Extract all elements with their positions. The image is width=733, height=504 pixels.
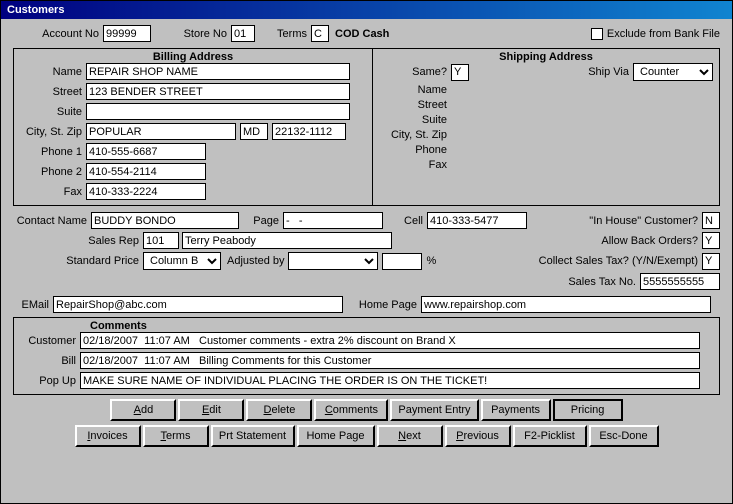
header-row: Account No Store No Terms COD Cash Exclu… bbox=[13, 25, 720, 42]
add-button[interactable]: Add bbox=[110, 399, 176, 421]
edit-button[interactable]: Edit bbox=[178, 399, 244, 421]
store-no-input[interactable] bbox=[231, 25, 255, 42]
prt-statement-button[interactable]: Prt Statement bbox=[211, 425, 295, 447]
title-bar: Customers bbox=[1, 1, 732, 19]
billing-phone1-input[interactable] bbox=[86, 143, 206, 160]
salestaxno-label: Sales Tax No. bbox=[568, 276, 640, 288]
adjby-label: Adjusted by bbox=[221, 255, 288, 267]
billing-phone1-label: Phone 1 bbox=[20, 146, 86, 158]
delete-button[interactable]: Delete bbox=[246, 399, 312, 421]
account-no-label: Account No bbox=[13, 28, 103, 40]
pricing-button[interactable]: Pricing bbox=[553, 399, 623, 421]
billing-name-label: Name bbox=[20, 66, 86, 78]
salesrep-label: Sales Rep bbox=[13, 235, 143, 247]
collect-tax-label: Collect Sales Tax? (Y/N/Exempt) bbox=[539, 255, 702, 267]
billing-suite-input[interactable] bbox=[86, 103, 350, 120]
billing-name-input[interactable] bbox=[86, 63, 350, 80]
payments-button[interactable]: Payments bbox=[481, 399, 551, 421]
button-row-1: Add Edit Delete Comments Payment Entry P… bbox=[13, 399, 720, 421]
billing-fax-label: Fax bbox=[20, 186, 86, 198]
comments-group: Comments Customer Bill Pop Up bbox=[13, 317, 720, 395]
home-page-button[interactable]: Home Page bbox=[297, 425, 375, 447]
next-button[interactable]: Next bbox=[377, 425, 443, 447]
exclude-label: Exclude from Bank File bbox=[607, 28, 720, 40]
shipvia-select[interactable]: Counter bbox=[633, 63, 713, 81]
homepage-label: Home Page bbox=[343, 299, 421, 311]
shipping-phone-label: Phone bbox=[379, 144, 451, 156]
billing-csz-label: City, St. Zip bbox=[20, 126, 86, 138]
comments-customer-input[interactable] bbox=[80, 332, 700, 349]
terms-desc: COD Cash bbox=[329, 28, 389, 40]
shipping-street-label: Street bbox=[379, 99, 451, 111]
salestaxno-input[interactable] bbox=[640, 273, 720, 290]
billing-city-input[interactable] bbox=[86, 123, 236, 140]
shipping-suite-label: Suite bbox=[379, 114, 451, 126]
comments-bill-label: Bill bbox=[20, 355, 80, 367]
pct-label: % bbox=[422, 255, 436, 267]
comments-customer-label: Customer bbox=[20, 335, 80, 347]
billing-state-input[interactable] bbox=[240, 123, 268, 140]
page-label: Page bbox=[239, 215, 283, 227]
homepage-input[interactable] bbox=[421, 296, 711, 313]
cell-label: Cell bbox=[383, 215, 427, 227]
billing-suite-label: Suite bbox=[20, 106, 86, 118]
salesrep-name-input[interactable] bbox=[182, 232, 392, 249]
salesrep-no-input[interactable] bbox=[143, 232, 179, 249]
shipping-same-input[interactable] bbox=[451, 64, 469, 81]
f2-picklist-button[interactable]: F2-Picklist bbox=[513, 425, 587, 447]
billing-fax-input[interactable] bbox=[86, 183, 206, 200]
shipping-title: Shipping Address bbox=[379, 51, 713, 63]
billing-zip-input[interactable] bbox=[272, 123, 346, 140]
page-input[interactable] bbox=[283, 212, 383, 229]
allow-backorders-input[interactable] bbox=[702, 232, 720, 249]
billing-title: Billing Address bbox=[20, 51, 366, 63]
comments-button[interactable]: Comments bbox=[314, 399, 388, 421]
adjby-select[interactable] bbox=[288, 252, 378, 270]
comments-bill-input[interactable] bbox=[80, 352, 700, 369]
cell-input[interactable] bbox=[427, 212, 527, 229]
billing-street-label: Street bbox=[20, 86, 86, 98]
inhouse-label: "In House" Customer? bbox=[589, 215, 702, 227]
shipping-name-label: Name bbox=[379, 84, 451, 96]
email-label: EMail bbox=[13, 299, 53, 311]
contact-name-label: Contact Name bbox=[13, 215, 91, 227]
stdprice-label: Standard Price bbox=[13, 255, 143, 267]
esc-done-button[interactable]: Esc-Done bbox=[589, 425, 659, 447]
allow-backorders-label: Allow Back Orders? bbox=[601, 235, 702, 247]
comments-popup-input[interactable] bbox=[80, 372, 700, 389]
comments-popup-label: Pop Up bbox=[20, 375, 80, 387]
store-no-label: Store No bbox=[151, 28, 231, 40]
terms-label: Terms bbox=[255, 28, 311, 40]
billing-street-input[interactable] bbox=[86, 83, 350, 100]
payment-entry-button[interactable]: Payment Entry bbox=[390, 399, 478, 421]
button-row-2: Invoices Terms Prt Statement Home Page N… bbox=[13, 425, 720, 447]
adjpct-input[interactable] bbox=[382, 253, 422, 270]
shipping-address-group: Shipping Address Same? Ship Via Counter … bbox=[373, 48, 720, 206]
comments-title: Comments bbox=[20, 320, 713, 332]
shipping-fax-label: Fax bbox=[379, 159, 451, 171]
previous-button[interactable]: Previous bbox=[445, 425, 511, 447]
email-input[interactable] bbox=[53, 296, 343, 313]
shipvia-label: Ship Via bbox=[588, 66, 633, 78]
exclude-checkbox[interactable] bbox=[591, 28, 603, 40]
shipping-same-label: Same? bbox=[379, 66, 451, 78]
collect-tax-input[interactable] bbox=[702, 253, 720, 270]
stdprice-select[interactable]: Column B bbox=[143, 252, 221, 270]
invoices-button[interactable]: Invoices bbox=[75, 425, 141, 447]
inhouse-input[interactable] bbox=[702, 212, 720, 229]
account-no-input[interactable] bbox=[103, 25, 151, 42]
terms-button[interactable]: Terms bbox=[143, 425, 209, 447]
billing-phone2-label: Phone 2 bbox=[20, 166, 86, 178]
terms-code-input[interactable] bbox=[311, 25, 329, 42]
contact-name-input[interactable] bbox=[91, 212, 239, 229]
billing-phone2-input[interactable] bbox=[86, 163, 206, 180]
shipping-csz-label: City, St. Zip bbox=[379, 129, 451, 141]
billing-address-group: Billing Address Name Street Suite City, … bbox=[13, 48, 373, 206]
